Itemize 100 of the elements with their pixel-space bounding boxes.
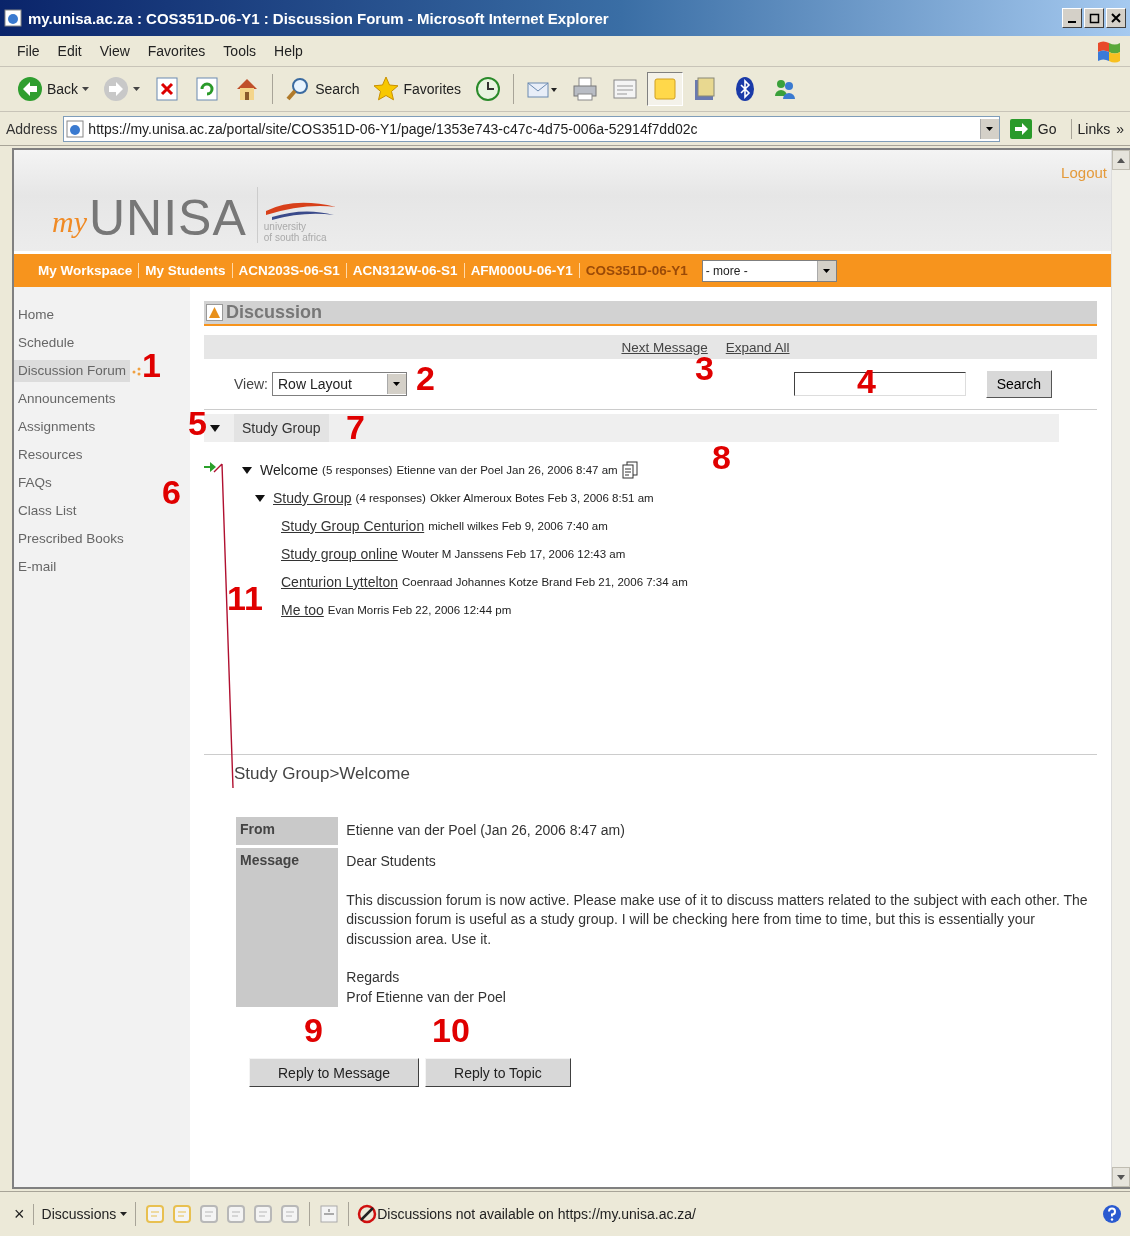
- message-link[interactable]: Study Group: [273, 490, 352, 506]
- expand-triangle-icon[interactable]: [210, 424, 220, 432]
- discussions-menu[interactable]: Discussions: [41, 1206, 128, 1222]
- document-icon: [612, 76, 639, 102]
- sidebar-item[interactable]: Announcements: [14, 388, 120, 410]
- more-dropdown[interactable]: - more -: [701, 259, 837, 282]
- menu-item[interactable]: View: [90, 41, 139, 61]
- minimize-button[interactable]: [1062, 8, 1082, 28]
- caret-icon: [393, 382, 401, 386]
- clock-icon: [475, 76, 502, 102]
- view-dropdown[interactable]: Row Layout: [272, 372, 407, 396]
- callout-number: 5: [188, 406, 207, 440]
- favorites-button[interactable]: Favorites: [368, 72, 467, 106]
- maximize-button[interactable]: [1084, 8, 1104, 28]
- reply-button[interactable]: Reply to Message: [249, 1058, 420, 1087]
- no-entry-icon: [357, 1204, 378, 1224]
- menu-item[interactable]: File: [8, 41, 49, 61]
- star-icon: [373, 76, 400, 102]
- text-link[interactable]: Expand All: [725, 339, 790, 355]
- chevron-label[interactable]: »: [1116, 120, 1124, 137]
- tool-title: Discussion: [226, 302, 323, 323]
- callout-number: 6: [162, 475, 181, 509]
- message-text: Prof Etienne van der Poel: [346, 987, 507, 1007]
- status-message: Discussions not available on https://my.unisa.ac.za/: [377, 1206, 696, 1222]
- caret-icon: [120, 1212, 128, 1216]
- message-link[interactable]: Study group online: [281, 546, 398, 562]
- address-field[interactable]: https://my.unisa.ac.za/portal/site/COS351D-06-Y1/page/1353e743-c47c-4d75-006a-52914f7dd02c: [63, 115, 1000, 142]
- menu-item[interactable]: Tools: [214, 41, 266, 61]
- sidebar-item[interactable]: Assignments: [14, 416, 100, 438]
- close-button[interactable]: [1106, 8, 1126, 28]
- search-button[interactable]: Search: [280, 72, 365, 106]
- down-arrow-icon: [1117, 1174, 1125, 1180]
- view-label: View:: [234, 376, 268, 392]
- note-button[interactable]: [647, 72, 684, 106]
- message-link[interactable]: Centurion Lyttelton: [281, 574, 398, 590]
- refresh-icon: [194, 76, 221, 102]
- table-header-cell: Message: [236, 848, 339, 1007]
- search-button[interactable]: Search: [985, 370, 1052, 398]
- collapse-icon[interactable]: [318, 1203, 341, 1225]
- window-title: my.unisa.ac.za : COS351D-06-Y1 : Discussion Forum - Microsoft Internet Explorer: [28, 9, 610, 27]
- callout-number: 7: [346, 410, 365, 444]
- caret-icon: [82, 87, 90, 91]
- message-title[interactable]: Welcome: [260, 462, 319, 478]
- reply-button[interactable]: Reply to Topic: [425, 1058, 571, 1087]
- back-button[interactable]: Back: [12, 72, 95, 106]
- close-button[interactable]: ×: [8, 1203, 34, 1225]
- sidebar-item[interactable]: Home: [14, 304, 58, 326]
- menu-item[interactable]: Help: [265, 41, 312, 61]
- message-text: Dear Students: [346, 852, 437, 871]
- sidebar-item[interactable]: Discussion Forum: [14, 360, 131, 382]
- scrollbar[interactable]: [1111, 150, 1130, 1187]
- menu-item[interactable]: Favorites: [138, 41, 215, 61]
- help-icon[interactable]: [1102, 1204, 1122, 1224]
- maximize-icon: [1088, 12, 1100, 24]
- note-icon: [652, 76, 679, 102]
- message-byline: Coenraad Johannes Kotze Brand Feb 21, 2006 7:34 am: [402, 576, 688, 588]
- response-count: (4 responses): [355, 492, 426, 504]
- tagline-text: university: [263, 221, 307, 232]
- logo-text: my: [52, 205, 87, 239]
- sidebar-item[interactable]: Schedule: [14, 332, 79, 354]
- callout-number: 4: [857, 364, 876, 398]
- page-icon: [66, 119, 85, 138]
- callout-number: 10: [432, 1013, 470, 1047]
- topic-title[interactable]: Study Group: [234, 414, 329, 442]
- callout-number: 9: [304, 1013, 323, 1047]
- message-text: Etienne van der Poel (Jan 26, 2006 8:47 am): [346, 821, 626, 840]
- search-field[interactable]: [793, 372, 966, 396]
- message-link[interactable]: Study Group Centurion: [281, 518, 425, 534]
- printer-icon: [572, 76, 599, 102]
- menu-item[interactable]: Edit: [48, 41, 91, 61]
- sidebar-item[interactable]: Class List: [14, 500, 81, 522]
- expand-triangle-icon[interactable]: [242, 466, 252, 474]
- flag-icon: [1096, 39, 1122, 63]
- callout-number: 2: [416, 361, 435, 395]
- go-button[interactable]: Go: [1005, 118, 1072, 139]
- message-text: Regards: [346, 968, 401, 987]
- sidebar-item[interactable]: Prescribed Books: [14, 528, 128, 550]
- caret-icon: [986, 126, 994, 131]
- caret-icon: [133, 87, 141, 91]
- callout-number: 1: [142, 348, 161, 382]
- tool-icon: [206, 304, 223, 321]
- stop-icon: [154, 76, 181, 102]
- message-byline: michell wilkes Feb 9, 2006 7:40 am: [428, 520, 608, 532]
- sidebar-item[interactable]: FAQs: [14, 472, 56, 494]
- caret-icon: [823, 268, 831, 273]
- message-byline: Okker Almeroux Botes Feb 3, 2006 8:51 am: [429, 492, 654, 504]
- logo-text: UNISA: [89, 193, 247, 243]
- sidebar-item[interactable]: Resources: [14, 444, 87, 466]
- callout-number: 11: [227, 581, 263, 615]
- message-byline: Wouter M Janssens Feb 17, 2006 12:43 am: [401, 548, 626, 560]
- expand-triangle-icon[interactable]: [255, 494, 265, 502]
- sidebar-item[interactable]: E-mail: [14, 556, 61, 578]
- message-link[interactable]: Me too: [281, 602, 324, 618]
- minimize-icon: [1068, 21, 1076, 23]
- window-icon: [4, 9, 22, 27]
- tagline-text: of south africa: [263, 232, 328, 243]
- address-label: Address: [6, 120, 58, 137]
- response-count: (5 responses): [322, 464, 393, 476]
- links-label[interactable]: Links: [1077, 120, 1111, 137]
- table-header-cell: From: [236, 817, 339, 845]
